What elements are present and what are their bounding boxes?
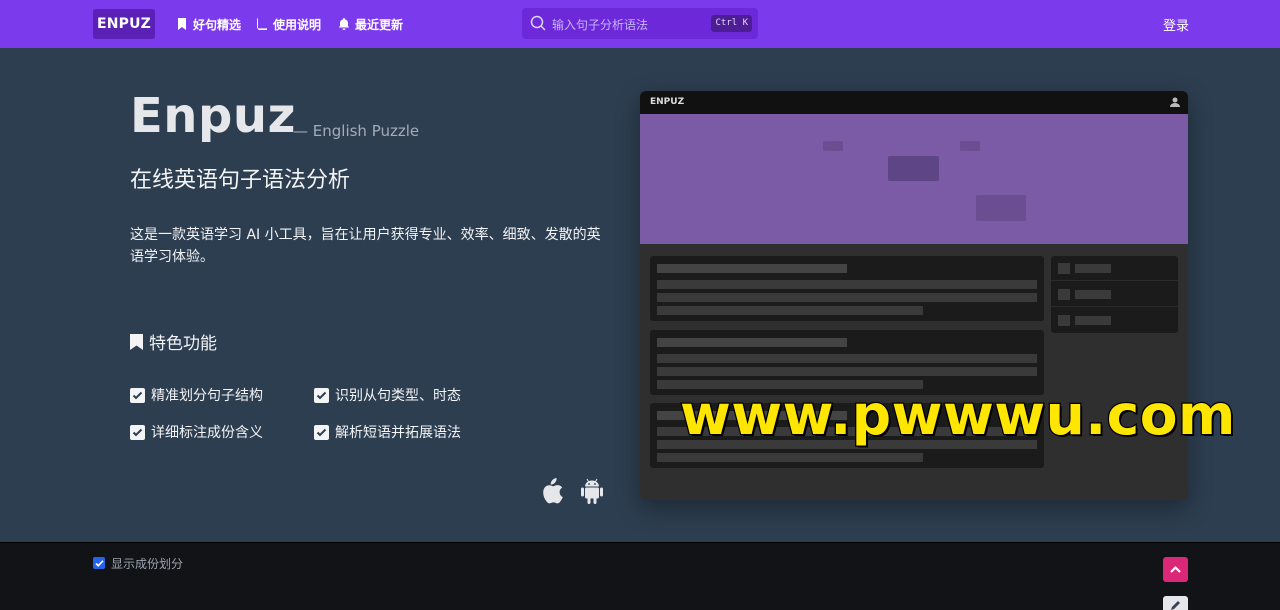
bookmark-icon bbox=[178, 18, 186, 30]
preview-sidebar bbox=[1051, 256, 1178, 333]
hero-title: Enpuz bbox=[130, 88, 296, 144]
hero-description: 这是一款英语学习 AI 小工具，旨在让用户获得专业、效率、细致、发散的英语学习体… bbox=[130, 227, 601, 265]
bookmark-icon bbox=[130, 333, 143, 350]
nav-link-label: 最近更新 bbox=[355, 17, 404, 32]
search-box[interactable]: 输入句子分析语法 Ctrl K bbox=[522, 8, 758, 39]
feature-label: 解析短语并拓展语法 bbox=[335, 425, 461, 441]
check-square-icon bbox=[130, 424, 145, 440]
hero-subtitle: — English Puzzle bbox=[293, 122, 420, 140]
apple-icon[interactable] bbox=[538, 476, 564, 506]
preview-placeholder bbox=[888, 156, 939, 181]
preview-brand: ENPUZ bbox=[650, 97, 685, 107]
user-icon bbox=[1170, 97, 1180, 107]
nav-link-label: 使用说明 bbox=[273, 17, 322, 32]
search-input[interactable]: 输入句子分析语法 bbox=[552, 16, 648, 33]
pencil-icon bbox=[1170, 601, 1180, 610]
features-heading-label: 特色功能 bbox=[149, 334, 217, 354]
preview-placeholder bbox=[976, 195, 1026, 221]
feature-label: 精准划分句子结构 bbox=[151, 388, 263, 404]
feature-item: 详细标注成份含义 bbox=[130, 422, 263, 442]
nav-link-recent-updates[interactable]: 最近更新 bbox=[338, 15, 403, 33]
watermark-text: www.pwwwu.com bbox=[679, 382, 1237, 449]
android-icon[interactable] bbox=[579, 476, 605, 506]
nav-link-featured-sentences[interactable]: 好句精选 bbox=[176, 15, 241, 33]
preview-card bbox=[650, 256, 1044, 321]
preview-placeholder bbox=[823, 141, 843, 151]
nav-link-label: 好句精选 bbox=[193, 17, 242, 32]
feature-label: 识别从句类型、时态 bbox=[335, 388, 461, 404]
check-square-icon bbox=[314, 424, 329, 440]
feature-item: 解析短语并拓展语法 bbox=[314, 422, 461, 442]
hero-heading: 在线英语句子语法分析 bbox=[130, 168, 351, 193]
preview-hero bbox=[640, 114, 1188, 244]
back-to-top-button[interactable] bbox=[1163, 557, 1188, 582]
bell-icon bbox=[338, 18, 350, 30]
footer-bar bbox=[0, 542, 1280, 610]
check-square-icon bbox=[130, 387, 145, 403]
search-icon bbox=[530, 15, 546, 31]
edit-button[interactable] bbox=[1163, 596, 1188, 610]
check-square-icon bbox=[314, 387, 329, 403]
preview-navbar: ENPUZ bbox=[640, 91, 1188, 114]
chevron-up-icon bbox=[1170, 565, 1181, 573]
search-shortcut-badge: Ctrl K bbox=[711, 15, 752, 32]
feature-label: 详细标注成份含义 bbox=[151, 425, 263, 441]
top-navbar: ENPUZ 好句精选 使用说明 最近更新 输入句子分析语法 Ctrl K 登录 bbox=[0, 0, 1280, 48]
brand-logo[interactable]: ENPUZ bbox=[93, 9, 155, 39]
show-parts-label[interactable]: 显示成份划分 bbox=[111, 555, 183, 572]
feature-item: 精准划分句子结构 bbox=[130, 385, 263, 405]
features-heading: 特色功能 bbox=[130, 329, 217, 354]
book-icon bbox=[256, 18, 267, 30]
check-icon bbox=[94, 559, 104, 567]
show-parts-checkbox[interactable] bbox=[93, 557, 105, 569]
login-link[interactable]: 登录 bbox=[1163, 15, 1189, 34]
feature-item: 识别从句类型、时态 bbox=[314, 385, 461, 405]
nav-link-instructions[interactable]: 使用说明 bbox=[256, 15, 321, 33]
preview-placeholder bbox=[960, 141, 980, 151]
